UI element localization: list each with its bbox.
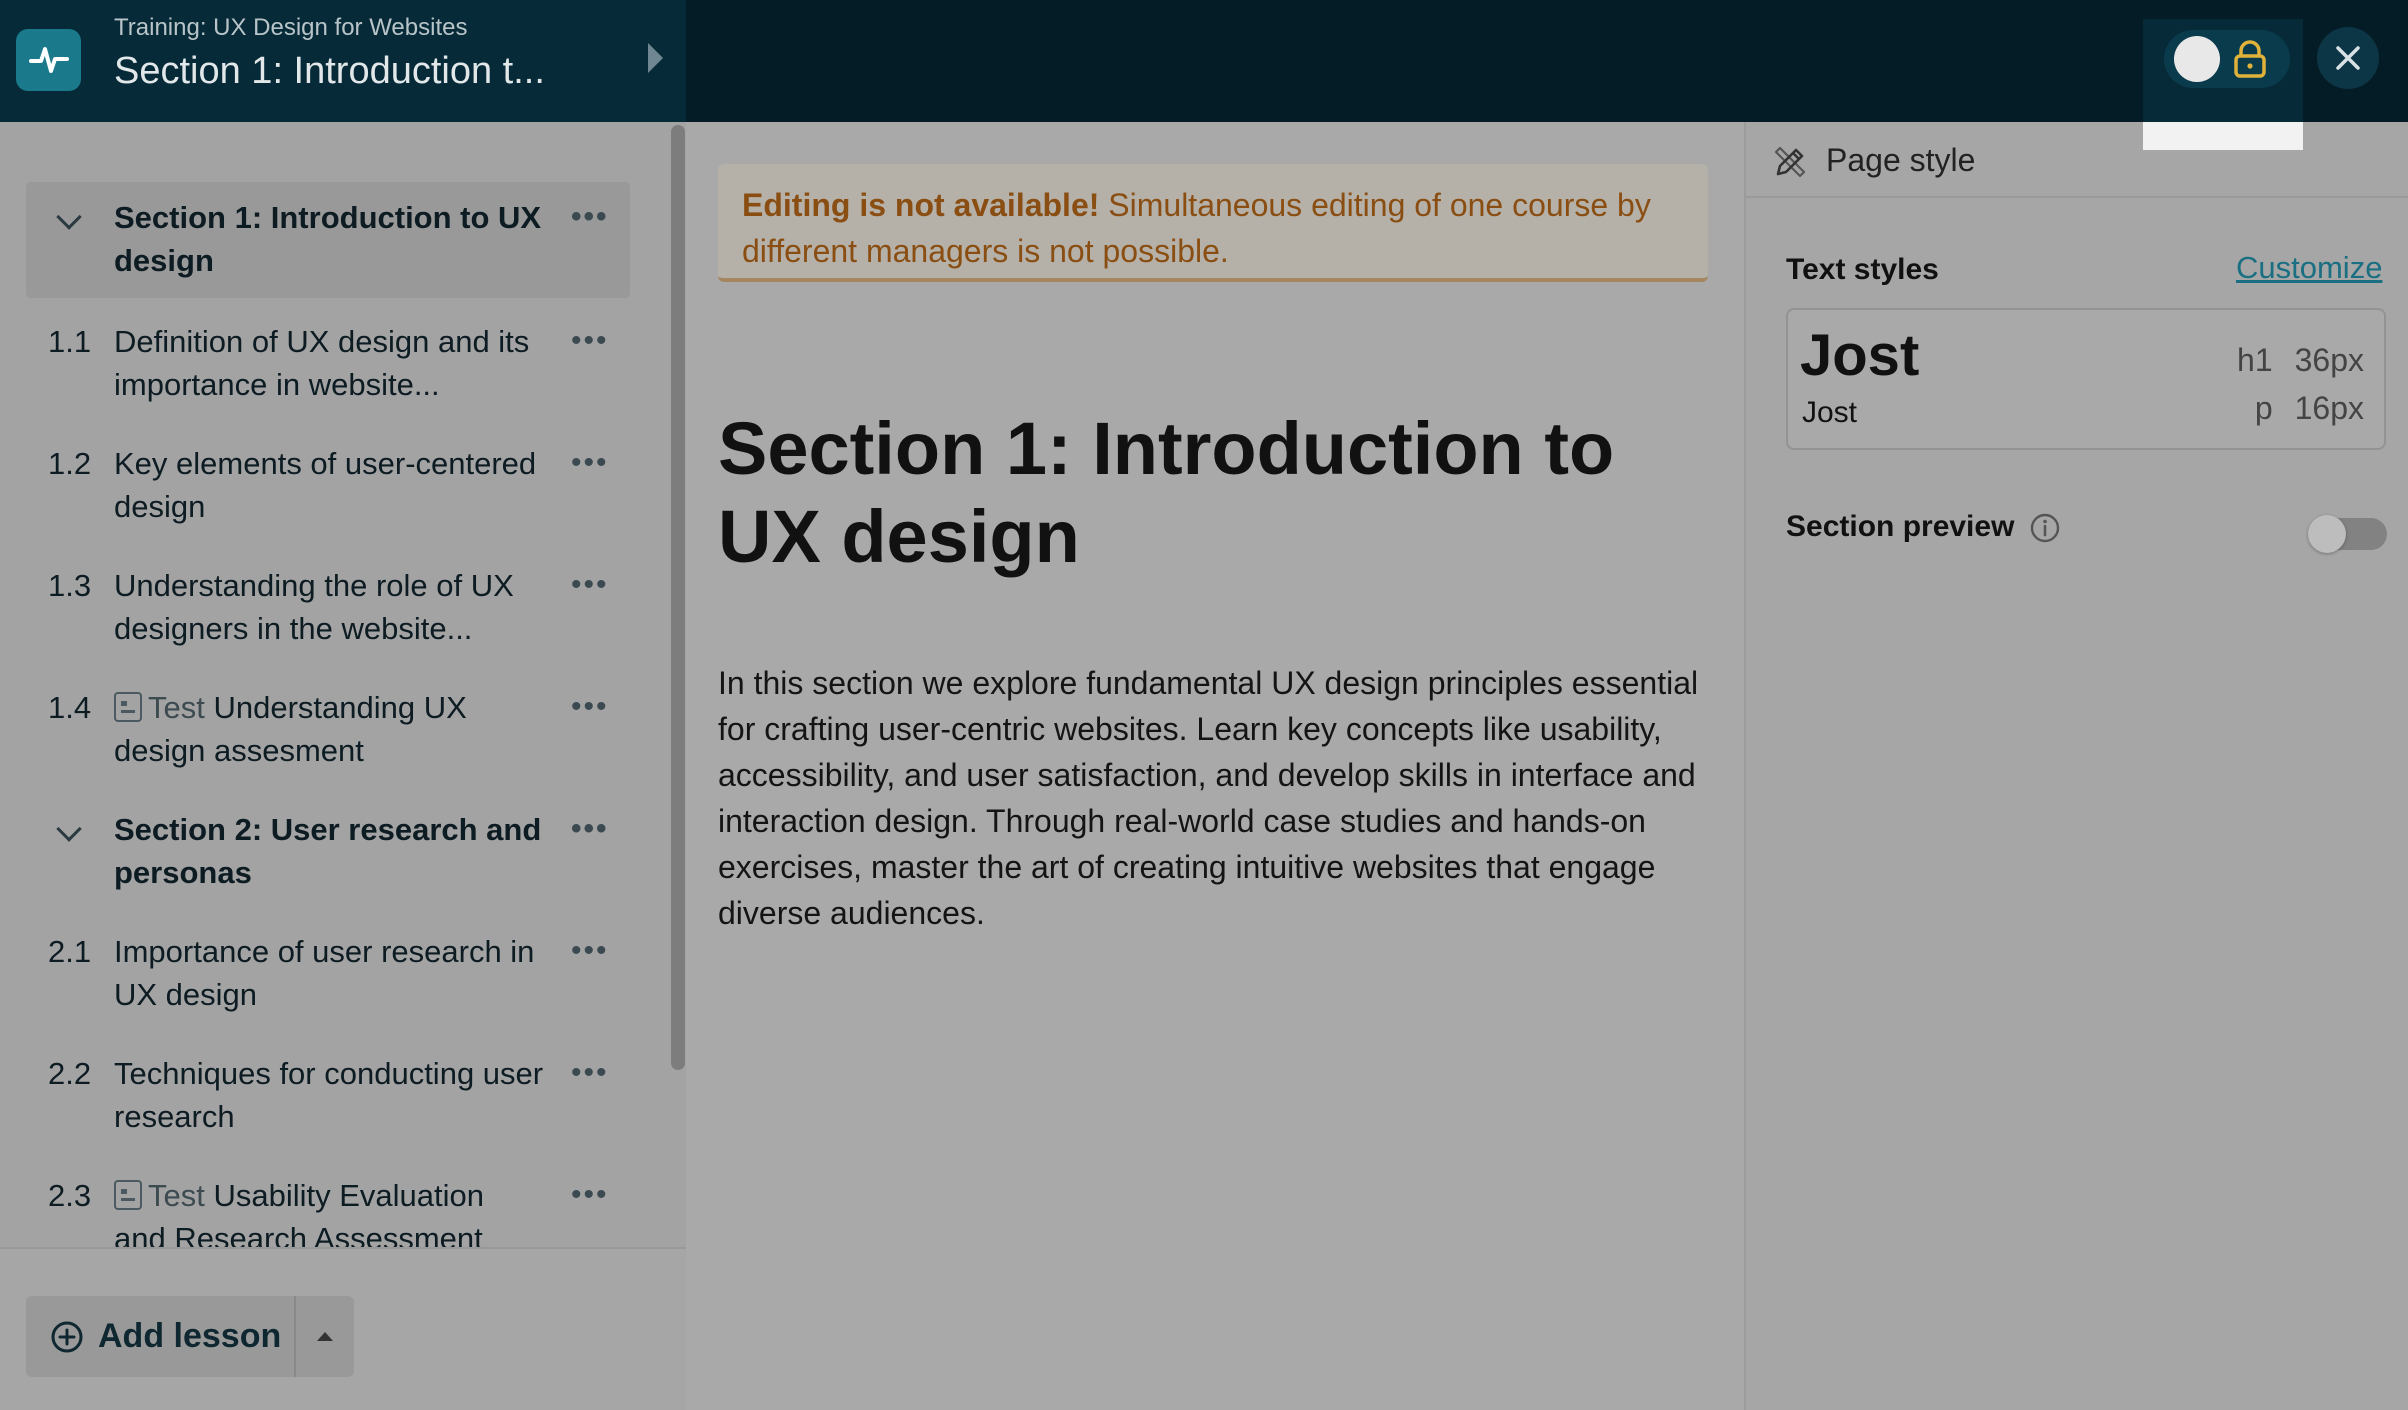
more-options-icon[interactable]: ••• [571, 814, 609, 844]
h1-font-sample: Jost [1800, 323, 1920, 388]
plus-circle-icon [51, 1321, 83, 1352]
collapse-panel-arrow-icon[interactable] [648, 43, 663, 73]
close-button[interactable] [2317, 27, 2379, 89]
section-heading: Section 1: Introduction to UX design [718, 407, 1615, 578]
sidebar-scrollbar[interactable] [671, 125, 685, 1070]
p-font-sample: Jost [1802, 396, 1858, 429]
test-icon [114, 692, 142, 722]
course-title: Section 1: Introduction t... [114, 50, 545, 92]
edit-lock-toggle[interactable] [2164, 30, 2290, 88]
more-options-icon[interactable]: ••• [571, 448, 609, 478]
outline-test-2-3[interactable]: 2.3 Test Usability Evaluation and Resear… [26, 1174, 630, 1247]
outline-item-number: 1.4 [48, 690, 92, 725]
more-options-icon[interactable]: ••• [571, 202, 609, 232]
outline-item-label: Section 2: User research and personas [114, 812, 542, 890]
close-icon [2336, 46, 2360, 70]
p-size: 16px [2294, 390, 2364, 426]
outline-item-label-wrap: Test Usability Evaluation and Research A… [114, 1174, 544, 1247]
outline-item-label-wrap: Test Understanding UX design assesment [114, 686, 544, 772]
outline-item-label: Section 1: Introduction to UX design [114, 200, 542, 278]
outline-item-label: Techniques for conducting user research [114, 1056, 544, 1134]
h1-tag: h1 [2237, 342, 2273, 378]
content-editor: Editing is not available! Simultaneous e… [686, 122, 1744, 1410]
course-subtitle: Training: UX Design for Websites [114, 14, 468, 41]
test-icon [114, 1180, 142, 1210]
section-body-text: In this section we explore fundamental U… [718, 665, 1699, 931]
info-icon[interactable] [2029, 512, 2061, 544]
outline-item-number: 1.2 [48, 446, 92, 481]
outline-section-1[interactable]: Section 1: Introduction to UX design ••• [26, 182, 630, 298]
outline-item-number: 2.3 [48, 1178, 92, 1213]
add-lesson-control: Add lesson [26, 1296, 354, 1377]
outline-lesson-1-3[interactable]: 1.3 Understanding the role of UX designe… [26, 564, 630, 660]
outline-item-label: Importance of user research in UX design [114, 934, 535, 1012]
p-tag: p [2254, 390, 2273, 426]
section-preview-label: Section preview [1786, 510, 2015, 543]
pulse-icon [28, 47, 69, 73]
add-lesson-button[interactable]: Add lesson [26, 1296, 294, 1377]
course-outline-sidebar: Section 1: Introduction to UX design •••… [0, 122, 686, 1410]
course-header: Training: UX Design for Websites Section… [0, 0, 686, 122]
alert-title: Editing is not available! [742, 187, 1100, 223]
outline-lesson-1-2[interactable]: 1.2 Key elements of user-centered design… [26, 442, 630, 538]
outline-lesson-1-1[interactable]: 1.1 Definition of UX design and its impo… [26, 320, 630, 416]
section-preview-toggle[interactable] [2308, 515, 2387, 553]
chevron-down-icon[interactable] [56, 816, 82, 842]
panel-header: Page style [1746, 122, 2408, 198]
more-options-icon[interactable]: ••• [571, 570, 609, 600]
lock-icon [2234, 40, 2266, 78]
text-styles-heading: Text styles [1786, 253, 1939, 286]
editing-unavailable-alert: Editing is not available! Simultaneous e… [718, 164, 1708, 282]
test-tag: Test [148, 1178, 205, 1213]
h1-size: 36px [2294, 342, 2364, 378]
more-options-icon[interactable]: ••• [571, 1058, 609, 1088]
outline-item-number: 1.3 [48, 568, 92, 603]
toggle-knob [2308, 515, 2346, 553]
text-styles-card[interactable]: Jost Jost h1 36px p 16px [1786, 308, 2386, 450]
add-lesson-dropdown-button[interactable] [294, 1296, 354, 1377]
outline-section-2[interactable]: Section 2: User research and personas ••… [26, 808, 630, 904]
test-tag: Test [148, 690, 205, 725]
h1-style-meta: h1 36px [2237, 342, 2364, 379]
outline-lesson-2-2[interactable]: 2.2 Techniques for conducting user resea… [26, 1052, 630, 1148]
pencil-ruler-icon [1774, 146, 1806, 178]
more-options-icon[interactable]: ••• [571, 692, 609, 722]
customize-link[interactable]: Customize [2236, 250, 2382, 286]
outline-item-label: Understanding the role of UX designers i… [114, 568, 514, 646]
outline-item-number: 1.1 [48, 324, 92, 359]
more-options-icon[interactable]: ••• [571, 936, 609, 966]
caret-up-icon [317, 1332, 333, 1341]
outline-lesson-2-1[interactable]: 2.1 Importance of user research in UX de… [26, 930, 630, 1026]
outline-item-number: 2.1 [48, 934, 92, 969]
lock-toggle-knob [2174, 36, 2220, 82]
page-style-panel: Page style Text styles Customize Jost Jo… [1744, 122, 2408, 1410]
p-style-meta: p 16px [2255, 390, 2364, 427]
chevron-down-icon[interactable] [56, 204, 82, 230]
outline-list: Section 1: Introduction to UX design •••… [0, 122, 686, 1247]
outline-item-label: Key elements of user-centered design [114, 446, 537, 524]
panel-title: Page style [1826, 142, 1976, 178]
outline-item-number: 2.2 [48, 1056, 92, 1091]
add-lesson-label: Add lesson [98, 1317, 282, 1355]
top-bar: Training: UX Design for Websites Section… [0, 0, 2408, 122]
more-options-icon[interactable]: ••• [571, 326, 609, 356]
outline-test-1-4[interactable]: 1.4 Test Understanding UX design assesme… [26, 686, 630, 782]
outline-item-label: Definition of UX design and its importan… [114, 324, 530, 402]
app-logo[interactable] [16, 29, 81, 91]
more-options-icon[interactable]: ••• [571, 1180, 609, 1210]
